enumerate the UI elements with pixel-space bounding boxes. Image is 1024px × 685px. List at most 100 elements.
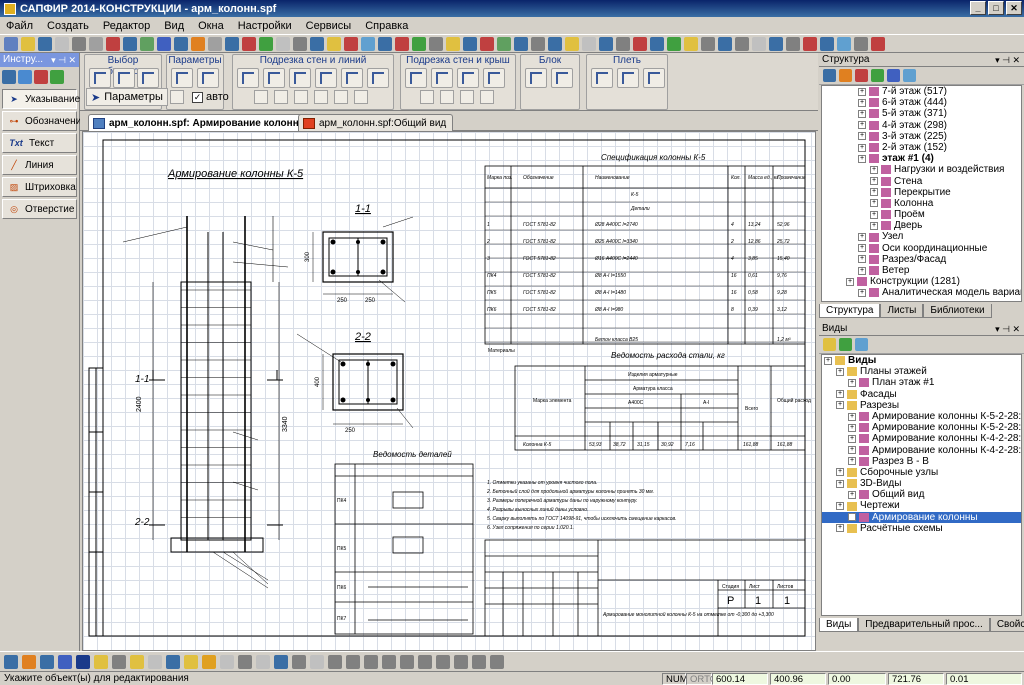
toolbar-button-icon[interactable]: [514, 36, 528, 51]
views-tree[interactable]: + Виды + Планы этажей + План этаж #1 + Фасады + Р…: [821, 354, 1022, 616]
tool-hole[interactable]: ◎ Отверстие: [2, 199, 77, 219]
expand-icon[interactable]: +: [824, 356, 832, 365]
tree-item[interactable]: + Армирование колонны К-5-2-28: Разрез: [822, 411, 1021, 422]
toolbar-button-icon[interactable]: [123, 36, 137, 51]
tree-item[interactable]: + Аналитическая модель вариант 1 (: [822, 287, 1021, 298]
menu-settings[interactable]: Настройки: [238, 20, 292, 32]
block-explode-button[interactable]: [551, 68, 573, 88]
chain-button[interactable]: [617, 68, 639, 88]
toolbar-button-icon[interactable]: [140, 36, 154, 51]
expand-icon[interactable]: +: [858, 98, 866, 107]
pin-icon[interactable]: ▾ ⊣ ✕: [995, 322, 1020, 336]
expand-icon[interactable]: +: [870, 188, 878, 197]
snap-button-icon[interactable]: [166, 654, 180, 669]
toolbar-button-icon[interactable]: [395, 36, 409, 51]
tree-item[interactable]: + Армирование колонны: [822, 511, 1021, 523]
expand-icon[interactable]: +: [848, 378, 856, 387]
chain-button[interactable]: [591, 68, 613, 88]
expand-icon[interactable]: +: [836, 468, 844, 477]
layers-icon[interactable]: [855, 69, 868, 82]
snap-button-icon[interactable]: [256, 654, 270, 669]
tool-text[interactable]: Txt Текст: [2, 133, 77, 153]
toolbar-button-icon[interactable]: [701, 36, 715, 51]
toolbar-button-icon[interactable]: [429, 36, 443, 51]
select-all-button[interactable]: [137, 68, 159, 88]
tree-item[interactable]: + Армирование колонны К-5-2-28: Разрез: [822, 422, 1021, 433]
expand-icon[interactable]: +: [870, 199, 878, 208]
snap-button-icon[interactable]: [274, 654, 288, 669]
tree-item[interactable]: + Оси координационные: [822, 243, 1021, 254]
toolbar-button-icon[interactable]: [310, 36, 324, 51]
trim-small-icon[interactable]: [294, 90, 308, 104]
tool-icon[interactable]: [170, 90, 184, 104]
tree-item[interactable]: + Нагрузки и воздействия: [822, 164, 1021, 175]
roof-small-icon[interactable]: [460, 90, 474, 104]
expand-icon[interactable]: +: [836, 524, 844, 533]
tree-item[interactable]: +4-й этаж (298): [822, 120, 1021, 131]
select-button[interactable]: [89, 68, 111, 88]
tree-item[interactable]: + Узел: [822, 231, 1021, 242]
toolbar-button-icon[interactable]: [259, 36, 273, 51]
check-icon[interactable]: [839, 338, 852, 351]
expand-icon[interactable]: +: [848, 457, 856, 466]
expand-icon[interactable]: +: [870, 210, 878, 219]
orto-toggle[interactable]: ORTO: [686, 673, 717, 685]
toolbar-button-icon[interactable]: [871, 36, 885, 51]
tree-item[interactable]: + Армирование колонны К-4-2-28: Разрез: [822, 433, 1021, 444]
snap-button-icon[interactable]: [76, 654, 90, 669]
snap-button-icon[interactable]: [382, 654, 396, 669]
trim-small-icon[interactable]: [254, 90, 268, 104]
new-view-icon[interactable]: [823, 338, 836, 351]
roof-trim-button[interactable]: [457, 68, 479, 88]
category-icon[interactable]: [50, 70, 64, 84]
category-icon[interactable]: [34, 70, 48, 84]
expand-icon[interactable]: +: [848, 434, 856, 443]
toolbar-button-icon[interactable]: [55, 36, 69, 51]
expand-icon[interactable]: +: [870, 221, 878, 230]
tree-item[interactable]: + Проём: [822, 209, 1021, 220]
expand-icon[interactable]: +: [836, 390, 844, 399]
tab-views[interactable]: Виды: [819, 618, 859, 632]
snap-button-icon[interactable]: [310, 654, 324, 669]
sync-icon[interactable]: [903, 69, 916, 82]
expand-icon[interactable]: +: [848, 412, 856, 421]
tab-preview[interactable]: Предварительный прос...: [858, 618, 990, 632]
trim-button[interactable]: [289, 68, 311, 88]
tab-sheets[interactable]: Листы: [880, 304, 924, 318]
tab-structure[interactable]: Структура: [819, 304, 881, 318]
maximize-button[interactable]: □: [988, 1, 1004, 15]
snap-button-icon[interactable]: [490, 654, 504, 669]
toolbar-button-icon[interactable]: [378, 36, 392, 51]
toolbar-button-icon[interactable]: [752, 36, 766, 51]
tool-pointer[interactable]: ➤ Указывание: [2, 89, 80, 109]
toolbar-button-icon[interactable]: [446, 36, 460, 51]
snap-button-icon[interactable]: [346, 654, 360, 669]
snap-button-icon[interactable]: [58, 654, 72, 669]
expand-icon[interactable]: +: [836, 479, 844, 488]
tree-item[interactable]: + Расчётные схемы: [822, 523, 1021, 534]
tool-line[interactable]: ╱ Линия: [2, 155, 77, 175]
snap-button-icon[interactable]: [202, 654, 216, 669]
close-button[interactable]: ✕: [1006, 1, 1022, 15]
roof-trim-button[interactable]: [483, 68, 505, 88]
toolbar-button-icon[interactable]: [344, 36, 358, 51]
roof-small-icon[interactable]: [480, 90, 494, 104]
snap-button-icon[interactable]: [472, 654, 486, 669]
toolbar-button-icon[interactable]: [4, 36, 18, 51]
expand-icon[interactable]: +: [870, 165, 878, 174]
toolbar-button-icon[interactable]: [531, 36, 545, 51]
filter-icon[interactable]: [823, 69, 836, 82]
tool-hatch[interactable]: ▨ Штриховка: [2, 177, 77, 197]
expand-icon[interactable]: +: [836, 502, 844, 511]
toolbar-button-icon[interactable]: [242, 36, 256, 51]
snap-button-icon[interactable]: [148, 654, 162, 669]
minimize-button[interactable]: _: [970, 1, 986, 15]
tree-item[interactable]: +2-й этаж (152): [822, 142, 1021, 153]
tree-item[interactable]: + Дверь: [822, 220, 1021, 231]
tab-armirovanie[interactable]: арм_колонн.spf: Армирование колонны ✕: [88, 114, 332, 131]
params-button[interactable]: ➤ Параметры: [86, 88, 168, 106]
toolbar-button-icon[interactable]: [327, 36, 341, 51]
toolbar-button-icon[interactable]: [565, 36, 579, 51]
tab-properties[interactable]: Свойства: [989, 618, 1024, 632]
toolbar-button-icon[interactable]: [599, 36, 613, 51]
